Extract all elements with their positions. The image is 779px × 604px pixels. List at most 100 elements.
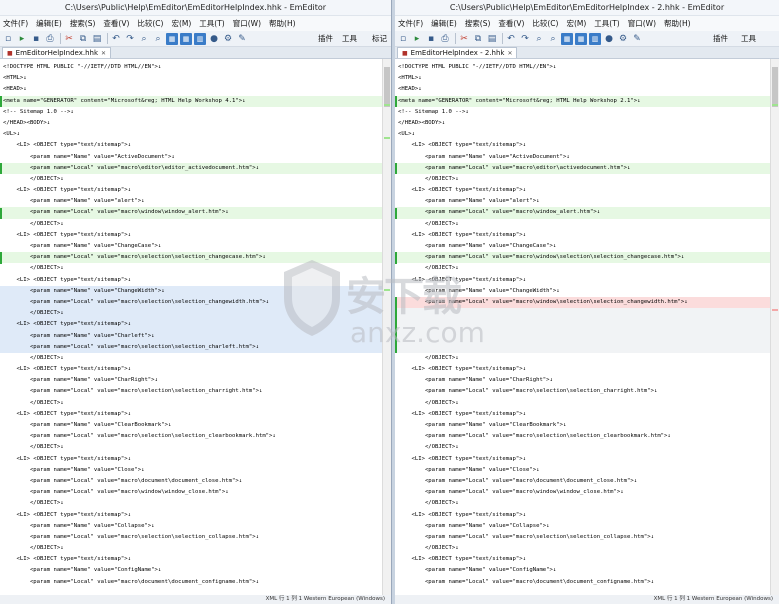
compare-icon[interactable]: ▦ [166, 32, 178, 45]
code-line: <LI> <OBJECT type="text/sitemap">↓ [398, 455, 526, 462]
code-line: <LI> <OBJECT type="text/sitemap">↓ [3, 455, 131, 462]
macro-icon[interactable]: ● [208, 33, 220, 45]
tools-label[interactable]: 工具 [741, 33, 756, 44]
scroll-thumb[interactable] [772, 67, 778, 107]
split-view-icon[interactable]: ▥ [589, 32, 601, 45]
sync-scroll-icon[interactable]: ▦ [575, 32, 587, 45]
code-line: <param name="Local" value="macro\selecti… [3, 433, 276, 440]
copy-icon[interactable]: ⧉ [77, 33, 89, 45]
code-line: <param name="Local" value="macro\window\… [0, 207, 382, 219]
code-line: <LI> <OBJECT type="text/sitemap">↓ [398, 276, 526, 283]
macro-icon[interactable]: ● [603, 33, 615, 45]
paste-icon[interactable]: ▤ [486, 33, 498, 45]
menu-tools[interactable]: 工具(T) [594, 18, 619, 29]
code-line: <param name="Name" value="ClearBookmark"… [398, 422, 567, 428]
code-line: <LI> <OBJECT type="text/sitemap">↓ [3, 410, 131, 417]
cut-icon[interactable]: ✂ [458, 33, 470, 45]
undo-icon[interactable]: ↶ [505, 33, 517, 45]
code-line: </OBJECT>↓ [398, 444, 459, 451]
redo-icon[interactable]: ↷ [519, 33, 531, 45]
split-view-icon[interactable]: ▥ [194, 32, 206, 45]
change-indicator [395, 95, 397, 107]
code-line: <LI> <OBJECT type="text/sitemap">↓ [398, 142, 526, 149]
cut-icon[interactable]: ✂ [63, 33, 75, 45]
find-next-icon[interactable]: ⌕ [547, 33, 559, 45]
code-line: </OBJECT>↓ [398, 399, 459, 406]
change-indicator [395, 252, 397, 264]
code-line: <param name="Name" value="Close">↓ [3, 466, 145, 473]
menu-window[interactable]: 窗口(W) [233, 18, 261, 29]
vertical-scrollbar[interactable] [382, 59, 391, 595]
tab-label: EmEditorHelpIndex - 2.hhk [410, 48, 505, 57]
menu-file[interactable]: 文件(F) [398, 18, 423, 29]
save-icon[interactable]: ▪ [30, 33, 42, 45]
find-icon[interactable]: ⌕ [138, 33, 150, 45]
close-tab-icon[interactable]: ✕ [101, 48, 106, 59]
print-icon[interactable]: ⎙ [439, 33, 451, 45]
save-icon[interactable]: ▪ [425, 33, 437, 45]
redo-icon[interactable]: ↷ [124, 33, 136, 45]
close-tab-icon[interactable]: ✕ [507, 48, 512, 59]
new-file-icon[interactable]: ▫ [397, 33, 409, 45]
text-editor[interactable]: <!DOCTYPE HTML PUBLIC "-//IETF//DTD HTML… [0, 59, 382, 595]
settings-icon[interactable]: ⚙ [617, 33, 629, 45]
menu-compare[interactable]: 比较(C) [532, 18, 558, 29]
undo-icon[interactable]: ↶ [110, 33, 122, 45]
code-line: <param name="Name" value="CharRight">↓ [398, 377, 553, 384]
menu-tools[interactable]: 工具(T) [199, 18, 224, 29]
code-line: <param name="Local" value="macro\editor\… [395, 162, 770, 174]
menu-edit[interactable]: 编辑(E) [431, 18, 457, 29]
menu-edit[interactable]: 编辑(E) [36, 18, 62, 29]
code-line [395, 341, 770, 353]
change-indicator [0, 162, 2, 174]
change-indicator [395, 308, 397, 320]
compare-icon[interactable]: ▦ [561, 32, 573, 45]
code-line: </OBJECT>↓ [3, 220, 64, 227]
menu-compare[interactable]: 比较(C) [137, 18, 163, 29]
vertical-scrollbar[interactable] [770, 59, 779, 595]
code-line: <param name="Name" value="ConfigName">↓ [3, 567, 162, 574]
find-next-icon[interactable]: ⌕ [152, 33, 164, 45]
scroll-thumb[interactable] [384, 67, 390, 107]
toolbar: ▫ ▸ ▪ ⎙ ✂ ⧉ ▤ ↶ ↷ ⌕ ⌕ ▦ ▦ ▥ ● ⚙ ✎ 插件 工具 … [0, 31, 391, 47]
find-icon[interactable]: ⌕ [533, 33, 545, 45]
menu-macro[interactable]: 宏(M) [566, 18, 586, 29]
code-line: <LI> <OBJECT type="text/sitemap">↓ [3, 276, 131, 283]
brush-icon[interactable]: ✎ [236, 33, 248, 45]
menu-macro[interactable]: 宏(M) [171, 18, 191, 29]
menu-view[interactable]: 查看(V) [498, 18, 524, 29]
menu-file[interactable]: 文件(F) [3, 18, 28, 29]
sync-scroll-icon[interactable]: ▦ [180, 32, 192, 45]
brush-icon[interactable]: ✎ [631, 33, 643, 45]
new-file-icon[interactable]: ▫ [2, 33, 14, 45]
settings-icon[interactable]: ⚙ [222, 33, 234, 45]
menu-search[interactable]: 搜索(S) [70, 18, 96, 29]
plugins-label[interactable]: 插件 [713, 33, 728, 44]
plugins-label[interactable]: 插件 [318, 33, 333, 44]
menu-search[interactable]: 搜索(S) [465, 18, 491, 29]
open-file-icon[interactable]: ▸ [16, 33, 28, 45]
code-line [395, 319, 770, 331]
code-line: <param name="Local" value="macro\documen… [398, 578, 654, 585]
print-icon[interactable]: ⎙ [44, 33, 56, 45]
document-tab[interactable]: ■ EmEditorHelpIndex - 2.hhk ✕ [397, 47, 518, 59]
menu-help[interactable]: 帮助(H) [664, 18, 691, 29]
code-line: <HTML>↓ [398, 75, 422, 82]
document-tab[interactable]: ■ EmEditorHelpIndex.hhk ✕ [2, 47, 112, 59]
code-line: </OBJECT>↓ [3, 399, 64, 406]
paste-icon[interactable]: ▤ [91, 33, 103, 45]
menu-window[interactable]: 窗口(W) [628, 18, 656, 29]
tools-label[interactable]: 工具 [342, 33, 357, 44]
code-line [395, 330, 770, 342]
text-editor[interactable]: <!DOCTYPE HTML PUBLIC "-//IETF//DTD HTML… [395, 59, 770, 595]
copy-icon[interactable]: ⧉ [472, 33, 484, 45]
diff-marker [384, 137, 390, 139]
open-file-icon[interactable]: ▸ [411, 33, 423, 45]
marks-label[interactable]: 标记 [372, 33, 387, 44]
menu-view[interactable]: 查看(V) [103, 18, 129, 29]
menu-help[interactable]: 帮助(H) [269, 18, 296, 29]
toolbar-separator [502, 33, 503, 44]
code-line: <param name="Name" value="ChangeCase">↓ [398, 243, 557, 249]
code-line: <param name="Name" value="Collapse">↓ [398, 522, 550, 529]
code-line: <LI> <OBJECT type="text/sitemap">↓ [3, 187, 131, 194]
